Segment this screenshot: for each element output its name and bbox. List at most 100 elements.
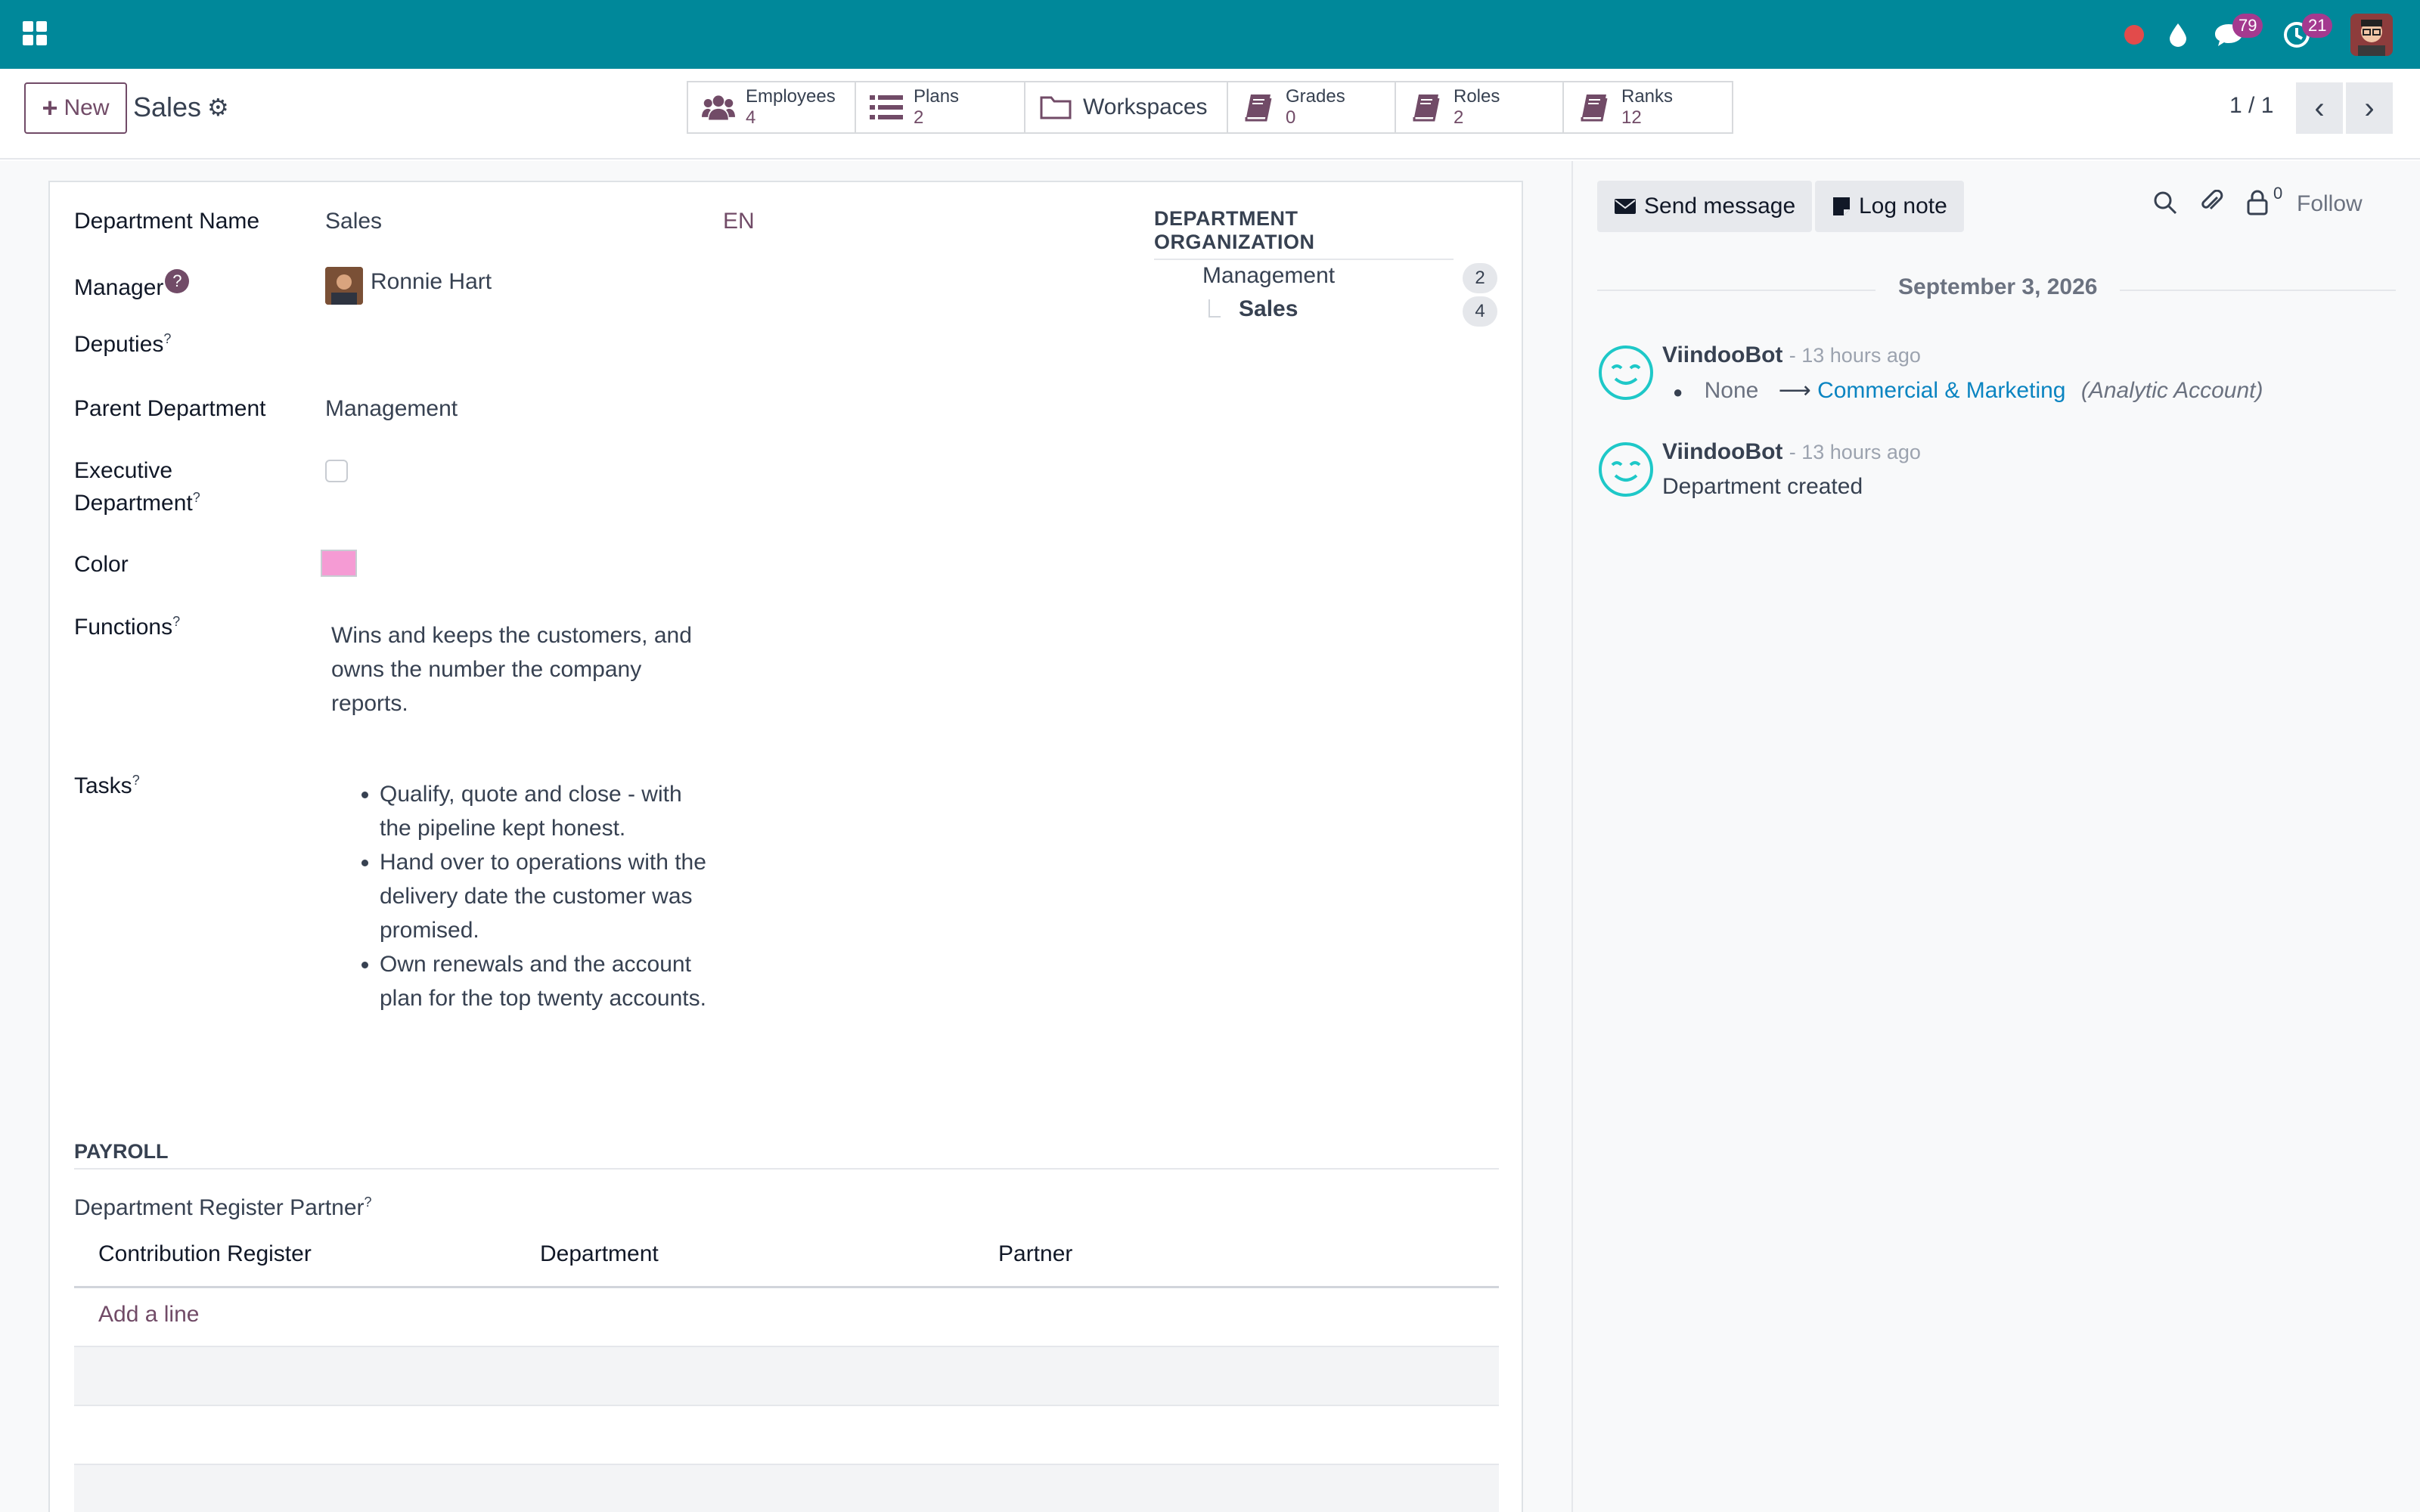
manager-field[interactable]: Ronnie Hart: [371, 269, 492, 295]
color-picker[interactable]: [321, 550, 357, 577]
help-marker[interactable]: ?: [163, 331, 171, 346]
folder-icon: [1039, 92, 1072, 122]
parent-department-field[interactable]: Management: [325, 396, 458, 422]
list-icon: [870, 92, 903, 122]
apps-menu-icon[interactable]: [23, 21, 47, 45]
gear-icon[interactable]: ⚙: [207, 93, 229, 122]
language-toggle[interactable]: EN: [723, 209, 755, 234]
tracking-old-value: None: [1704, 378, 1759, 403]
functions-label: Functions?: [74, 614, 180, 640]
register-table-header: Contribution Register Department Partner: [74, 1232, 1499, 1288]
users-icon: [702, 92, 735, 122]
pager-previous-button[interactable]: ‹: [2296, 82, 2343, 134]
deputies-field[interactable]: [325, 331, 703, 361]
smart-button-workspaces[interactable]: Workspaces: [1025, 82, 1228, 132]
arrow-right-icon: ⟶: [1778, 378, 1811, 403]
message-time: - 13 hours ago: [1789, 344, 1921, 367]
org-row-count: 2: [1463, 263, 1497, 293]
tasks-field[interactable]: Qualify, quote and close - with the pipe…: [331, 777, 709, 1015]
pager-value[interactable]: 1 / 1: [2229, 93, 2273, 119]
smart-button-count: 12: [1621, 107, 1642, 128]
smart-button-grades[interactable]: Grades 0: [1228, 82, 1396, 132]
smart-button-label: Roles: [1454, 86, 1500, 107]
note-icon: [1833, 197, 1850, 215]
followers-icon[interactable]: [2246, 190, 2269, 219]
manager-label: Manager?: [74, 269, 190, 301]
message-time: - 13 hours ago: [1789, 441, 1921, 463]
smart-button-roles[interactable]: Roles 2: [1396, 82, 1564, 132]
help-marker[interactable]: ?: [132, 773, 140, 788]
date-separator-label: September 3, 2026: [1876, 274, 2121, 300]
smart-button-plans[interactable]: Plans 2: [856, 82, 1025, 132]
executive-department-checkbox[interactable]: [325, 460, 348, 482]
help-marker[interactable]: ?: [365, 1194, 372, 1210]
message-author-name[interactable]: ViindooBot: [1662, 439, 1782, 464]
org-row-name: Sales: [1239, 296, 1298, 321]
user-avatar[interactable]: [2350, 14, 2393, 56]
paperclip-icon[interactable]: [2199, 189, 2225, 219]
new-button-label: New: [64, 95, 110, 120]
log-note-button[interactable]: Log note: [1815, 181, 1964, 232]
column-header-department[interactable]: Department: [540, 1241, 659, 1267]
deputies-label-text: Deputies: [74, 332, 164, 357]
search-icon[interactable]: [2152, 190, 2178, 219]
smart-button-label: Plans: [914, 86, 960, 107]
org-row-current[interactable]: Sales 4: [1202, 296, 1497, 327]
smart-button-label: Grades: [1286, 86, 1345, 107]
chevron-left-icon: ‹: [2314, 91, 2325, 125]
smart-button-label: Employees: [746, 86, 836, 107]
tasks-label: Tasks?: [74, 773, 140, 799]
activities-badge: 21: [2302, 14, 2333, 38]
department-name-input[interactable]: Sales: [325, 209, 382, 234]
smart-button-count: 2: [914, 107, 924, 128]
help-icon[interactable]: ?: [165, 269, 190, 293]
tracking-change: ● None ⟶ Commercial & Marketing (Analyti…: [1673, 377, 2263, 404]
bot-avatar[interactable]: [1597, 344, 1655, 401]
smart-button-count: 2: [1454, 107, 1464, 128]
executive-department-label-text: Department: [74, 491, 193, 516]
register-partner-label-text: Department Register Partner: [74, 1195, 365, 1220]
department-organization-title: DEPARTMENT ORGANIZATION: [1154, 207, 1454, 260]
message-author-name[interactable]: ViindooBot: [1662, 342, 1782, 367]
drop-icon[interactable]: [2163, 0, 2193, 69]
functions-field[interactable]: Wins and keeps the customers, and owns t…: [331, 618, 709, 720]
log-note-label: Log note: [1859, 194, 1947, 218]
pager-next-button[interactable]: ›: [2346, 82, 2393, 134]
add-line-link[interactable]: Add a line: [98, 1302, 199, 1328]
smart-button-employees[interactable]: Employees 4: [688, 82, 856, 132]
smart-buttons: Employees 4 Plans 2 Workspaces Grades 0 …: [687, 81, 1733, 134]
smart-button-count: 0: [1286, 107, 1296, 128]
new-button[interactable]: + New: [24, 82, 127, 134]
table-row: [74, 1288, 1499, 1347]
tracking-field-name: (Analytic Account): [2080, 378, 2263, 403]
follow-button[interactable]: Follow: [2297, 191, 2363, 217]
smart-button-label: Workspaces: [1083, 94, 1208, 119]
help-marker[interactable]: ?: [172, 614, 180, 629]
chevron-right-icon: ›: [2364, 91, 2375, 125]
department-name-label: Department Name: [74, 209, 260, 234]
bot-avatar[interactable]: [1597, 441, 1655, 498]
tracking-new-value[interactable]: Commercial & Marketing: [1817, 378, 2065, 403]
table-row: [74, 1465, 1499, 1512]
recording-indicator-icon[interactable]: [2119, 0, 2149, 69]
tasks-label-text: Tasks: [74, 773, 132, 798]
smart-button-count: 4: [746, 107, 756, 128]
plus-icon: +: [42, 92, 58, 123]
top-navbar: 79 21: [0, 0, 2420, 69]
smart-button-ranks[interactable]: Ranks 12: [1564, 82, 1732, 132]
message-author: ViindooBot - 13 hours ago: [1662, 342, 1921, 368]
org-row[interactable]: Management 2: [1202, 263, 1497, 293]
column-header-contribution-register[interactable]: Contribution Register: [98, 1241, 312, 1267]
payroll-section-title: PAYROLL: [74, 1140, 1499, 1170]
executive-department-label-line1: Executive: [74, 458, 173, 483]
org-row-name: Management: [1202, 263, 1336, 288]
message-author: ViindooBot - 13 hours ago: [1662, 439, 1921, 465]
help-marker[interactable]: ?: [193, 490, 200, 505]
send-message-button[interactable]: Send message: [1597, 181, 1813, 232]
tree-connector: [1208, 299, 1221, 318]
org-row-count: 4: [1463, 296, 1497, 327]
manager-label-text: Manager: [74, 275, 164, 300]
record-title: Sales: [133, 91, 202, 122]
color-label: Color: [74, 552, 129, 577]
column-header-partner[interactable]: Partner: [998, 1241, 1072, 1267]
